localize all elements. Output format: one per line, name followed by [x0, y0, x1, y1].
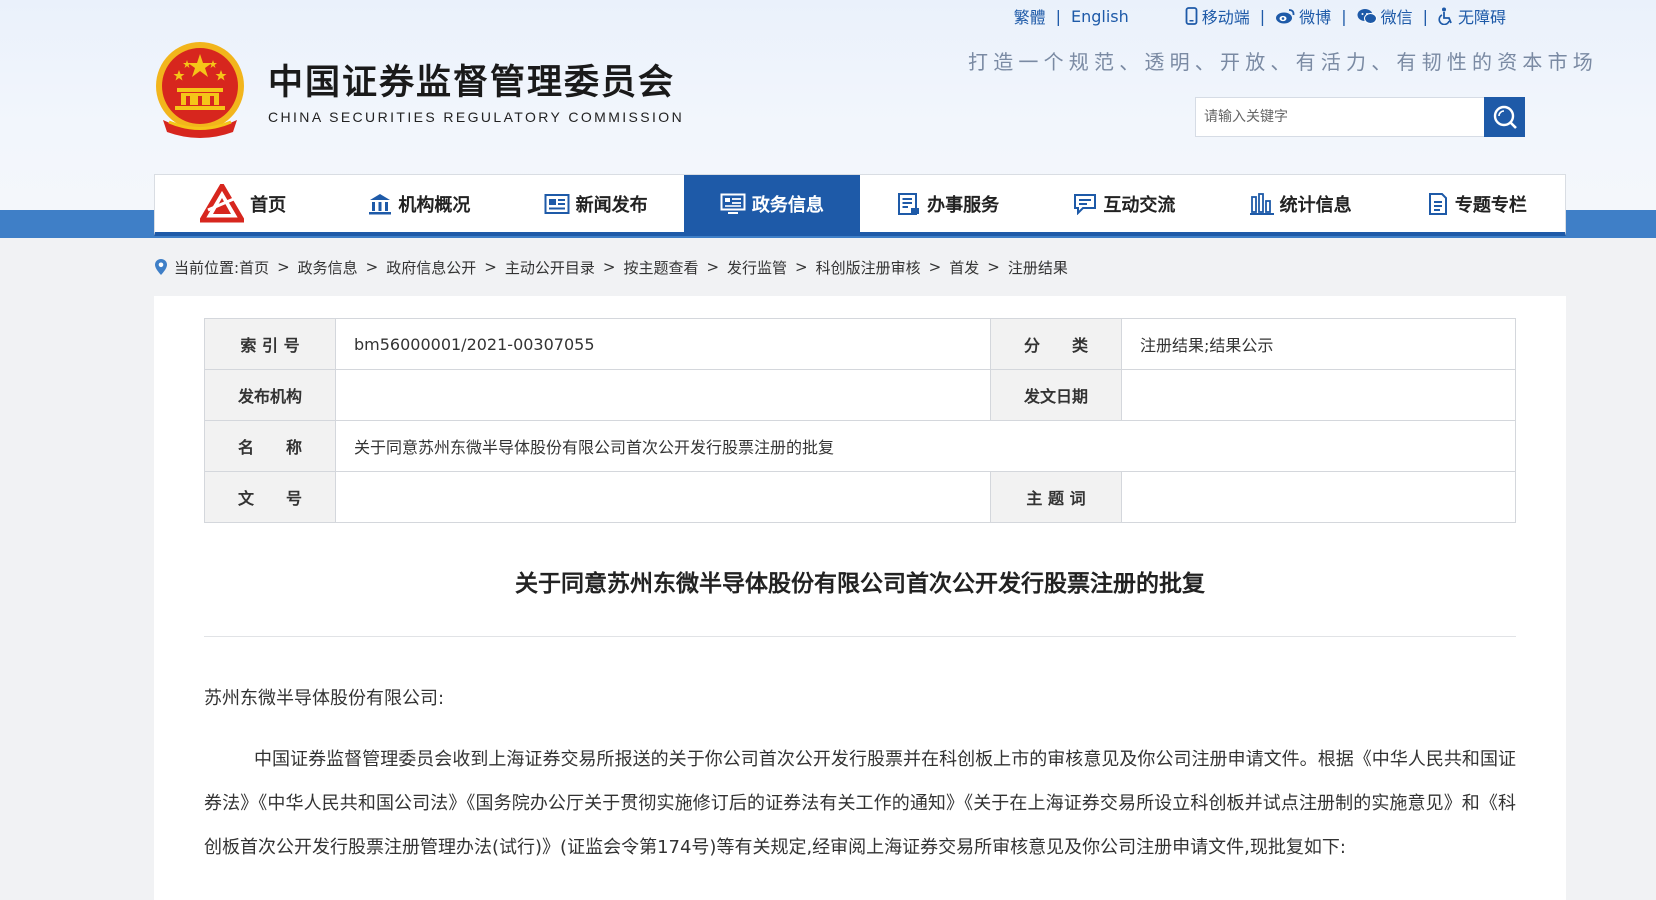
- wechat-link[interactable]: 微信: [1357, 4, 1413, 28]
- accessibility-link[interactable]: 无障碍: [1438, 4, 1506, 28]
- search-box: [1195, 97, 1525, 137]
- publisher-value: [335, 369, 991, 421]
- document-meta-table: 索 引 号 bm56000001/2021-00307055 分 类 注册结果;…: [204, 318, 1516, 523]
- nav-label: 机构概况: [398, 195, 471, 216]
- breadcrumb-item-ipo[interactable]: 首发: [949, 257, 979, 278]
- search-icon: [1493, 105, 1517, 129]
- date-value: [1121, 369, 1516, 421]
- keywords-value: [1121, 471, 1516, 523]
- weibo-link[interactable]: 微博: [1275, 4, 1331, 28]
- article-title: 关于同意苏州东微半导体股份有限公司首次公开发行股票注册的批复: [515, 571, 1205, 597]
- nav-label: 政务信息: [751, 195, 824, 216]
- wechat-icon: [1357, 9, 1377, 24]
- breadcrumb-item-disclosure-catalog[interactable]: 主动公开目录: [505, 257, 595, 278]
- category-value: 注册结果;结果公示: [1121, 318, 1516, 370]
- site-title[interactable]: 中国证券监督管理委员会: [268, 54, 675, 105]
- index-label: 索 引 号: [204, 318, 336, 370]
- name-label: 名 称: [204, 420, 336, 472]
- table-row: 文 号 主 题 词: [204, 471, 1516, 523]
- chat-icon: [1074, 194, 1097, 215]
- nav-item-statistics[interactable]: 统计信息: [1213, 175, 1389, 233]
- article-addressee: 苏州东微半导体股份有限公司:: [204, 688, 445, 709]
- csrc-logo-icon: [200, 184, 245, 223]
- traditional-chinese-link[interactable]: 繁體: [1014, 4, 1046, 28]
- location-pin-icon: [155, 259, 167, 275]
- category-label: 分 类: [990, 318, 1122, 370]
- divider: [204, 636, 1516, 637]
- nav-label: 专题专栏: [1454, 195, 1527, 216]
- document-number-label: 文 号: [204, 471, 336, 523]
- breadcrumb-item-by-topic[interactable]: 按主题查看: [623, 257, 698, 278]
- nav-label: 首页: [250, 195, 287, 216]
- top-links: 繁體 | English 移动端 | 微博 | 微信 | 无障碍: [1014, 4, 1506, 28]
- building-icon: [369, 194, 392, 215]
- accessibility-icon: [1438, 7, 1452, 25]
- nav-item-home[interactable]: 首页: [155, 175, 331, 233]
- newspaper-icon: [544, 194, 570, 214]
- nav-label: 办事服务: [927, 195, 1000, 216]
- nav-item-institution[interactable]: 机构概况: [331, 175, 507, 233]
- site-title-english[interactable]: CHINA SECURITIES REGULATORY COMMISSION: [268, 109, 684, 125]
- breadcrumb-item-star-market[interactable]: 科创版注册审核: [816, 257, 921, 278]
- nav-item-interaction[interactable]: 互动交流: [1036, 175, 1212, 233]
- mobile-link[interactable]: 移动端: [1185, 4, 1250, 28]
- nav-label: 互动交流: [1103, 195, 1176, 216]
- content-panel: 索 引 号 bm56000001/2021-00307055 分 类 注册结果;…: [154, 296, 1566, 900]
- breadcrumb-item-home[interactable]: 首页: [239, 257, 269, 278]
- english-link[interactable]: English: [1071, 7, 1129, 26]
- document-list-icon: [898, 193, 920, 215]
- breadcrumb-item-info-disclosure[interactable]: 政府信息公开: [386, 257, 476, 278]
- breadcrumb-item-issuance[interactable]: 发行监管: [727, 257, 787, 278]
- weibo-icon: [1276, 9, 1295, 24]
- breadcrumb-item-registration-result[interactable]: 注册结果: [1008, 257, 1068, 278]
- search-button[interactable]: [1484, 97, 1525, 137]
- nav-label: 新闻发布: [575, 195, 648, 216]
- index-value: bm56000001/2021-00307055: [335, 318, 991, 370]
- name-value: 关于同意苏州东微半导体股份有限公司首次公开发行股票注册的批复: [335, 420, 1516, 472]
- nav-item-services[interactable]: 办事服务: [860, 175, 1036, 233]
- keywords-label: 主 题 词: [990, 471, 1122, 523]
- mobile-phone-icon: [1185, 7, 1198, 25]
- breadcrumb-item-government-info[interactable]: 政务信息: [298, 257, 358, 278]
- accessibility-link-label: 无障碍: [1457, 8, 1506, 27]
- nav-label: 统计信息: [1279, 195, 1352, 216]
- main-nav: 首页 机构概况 新闻发布 政务信息 办事服务 互动交流 统计信息 专题专栏: [154, 174, 1566, 236]
- table-row: 名 称 关于同意苏州东微半导体股份有限公司首次公开发行股票注册的批复: [204, 420, 1516, 472]
- slogan: 打造一个规范、透明、开放、有活力、有韧性的资本市场: [968, 50, 1598, 74]
- article-paragraph: 中国证券监督管理委员会收到上海证券交易所报送的关于你公司首次公开发行股票并在科创…: [204, 749, 1516, 858]
- date-label: 发文日期: [990, 369, 1122, 421]
- breadcrumb-prefix: 当前位置:: [174, 258, 240, 277]
- monitor-icon: [720, 193, 746, 214]
- bar-chart-icon: [1249, 193, 1274, 215]
- breadcrumb: 当前位置: 首页 > 政务信息 > 政府信息公开 > 主动公开目录 > 按主题查…: [154, 256, 1068, 278]
- wechat-link-label: 微信: [1380, 8, 1413, 27]
- table-row: 发布机构 发文日期: [204, 369, 1516, 421]
- national-emblem-icon[interactable]: [153, 40, 247, 140]
- nav-item-special-topics[interactable]: 专题专栏: [1389, 175, 1565, 233]
- weibo-link-label: 微博: [1299, 8, 1332, 27]
- table-row: 索 引 号 bm56000001/2021-00307055 分 类 注册结果;…: [204, 318, 1516, 370]
- search-input[interactable]: [1196, 98, 1484, 136]
- nav-item-news[interactable]: 新闻发布: [508, 175, 684, 233]
- document-number-value: [335, 471, 991, 523]
- nav-item-government-info[interactable]: 政务信息: [683, 175, 860, 233]
- publisher-label: 发布机构: [204, 369, 336, 421]
- file-icon: [1428, 193, 1447, 215]
- mobile-link-label: 移动端: [1201, 8, 1250, 27]
